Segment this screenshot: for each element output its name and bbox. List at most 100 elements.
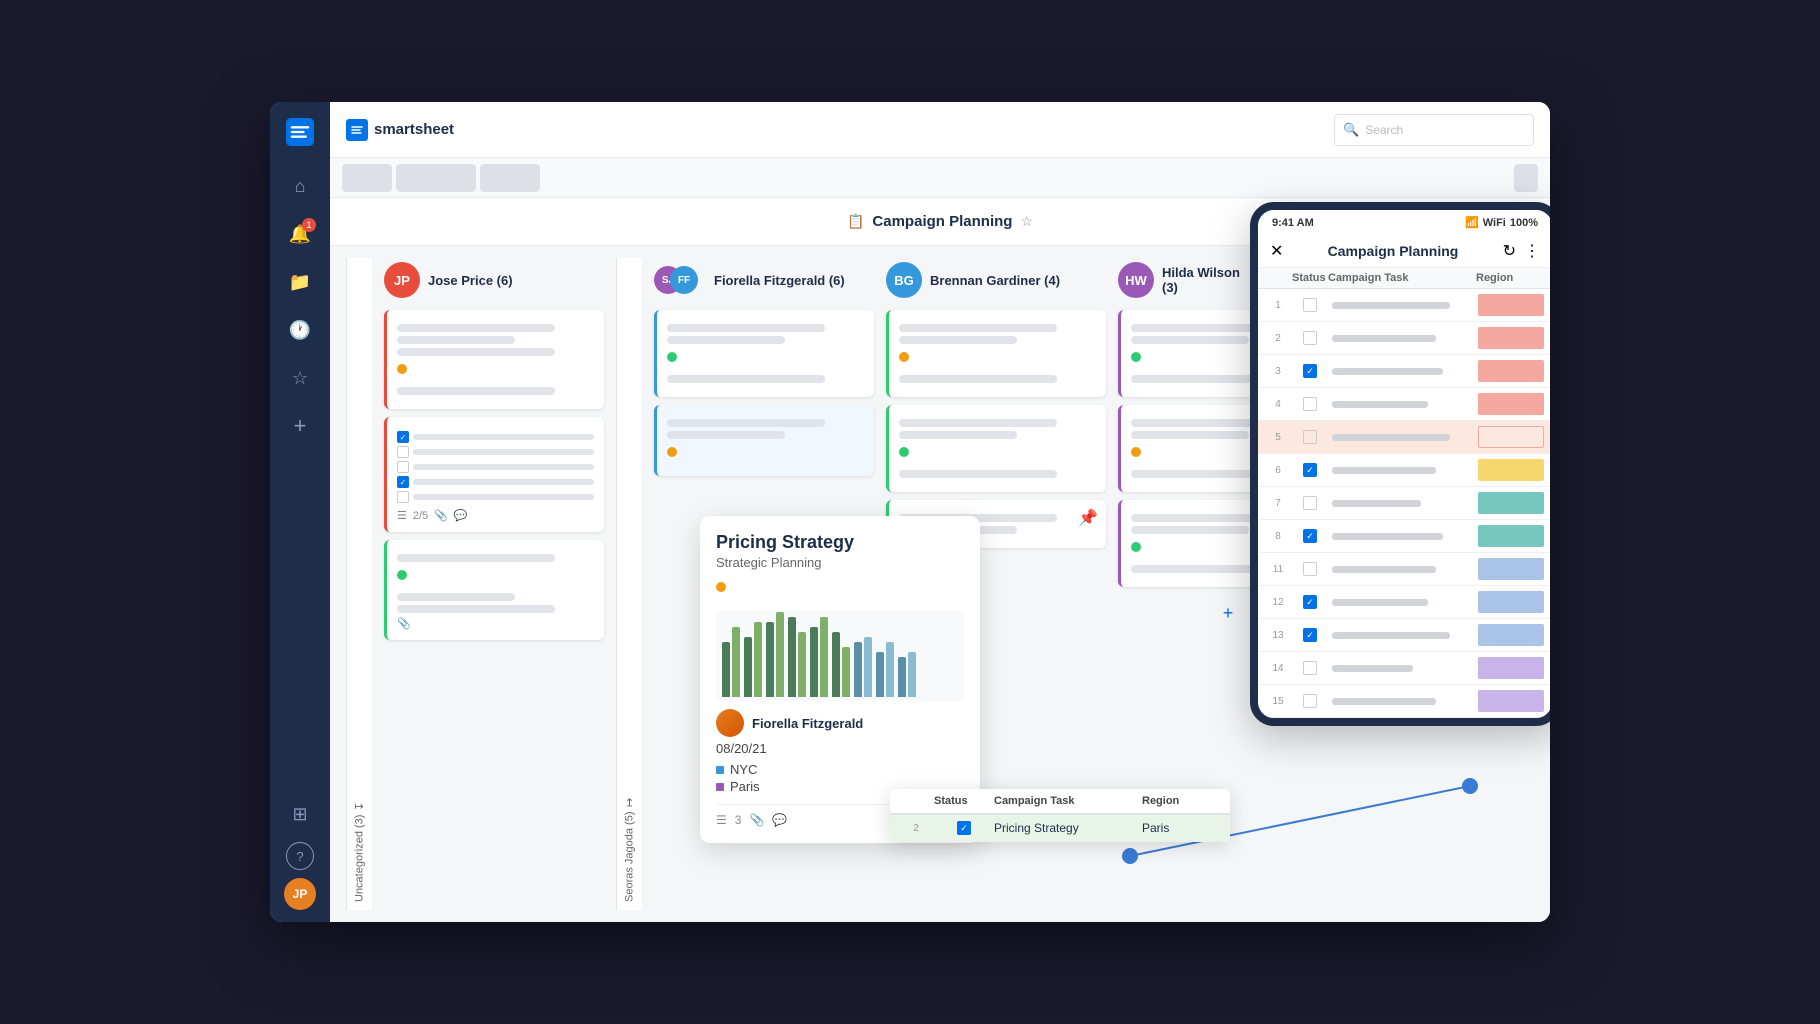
tooltip-tag-nyc: NYC xyxy=(716,762,964,777)
row-check-12[interactable]: ✓ xyxy=(1303,595,1317,609)
card-brennan-2[interactable] xyxy=(886,405,1106,492)
card-dot xyxy=(667,352,677,362)
bar-group-1 xyxy=(722,627,740,697)
row-check-1[interactable] xyxy=(1303,298,1317,312)
row-check-7[interactable] xyxy=(1303,496,1317,510)
tag-dot-paris xyxy=(716,783,724,791)
toolbar-btn-4[interactable] xyxy=(1514,164,1538,192)
bar-group-2 xyxy=(744,622,762,697)
seoras-label: Seoras Jagoda (5) ↦ xyxy=(616,258,642,910)
search-box[interactable]: 🔍 Search xyxy=(1334,114,1534,146)
comment-icon: 💬 xyxy=(454,509,468,522)
check-box-empty xyxy=(397,491,409,503)
col-header-brennan: BG Brennan Gardiner (4) xyxy=(886,258,1106,302)
col-header-jose: JP Jose Price (6) xyxy=(384,258,604,302)
mobile-refresh-icon[interactable]: ↻ xyxy=(1503,241,1516,261)
card-jose-2[interactable]: ✓ ✓ xyxy=(384,417,604,532)
uncategorized-lane: Uncategorized (3) ↧ xyxy=(346,258,372,910)
kanban-column-jose: JP Jose Price (6) ✓ xyxy=(384,258,604,910)
row-check-13[interactable]: ✓ xyxy=(1303,628,1317,642)
data-table-popup: Status Campaign Task Region 2 ✓ Pricing … xyxy=(890,789,1230,842)
chart-area xyxy=(716,611,964,701)
mobile-row-8: 8 ✓ xyxy=(1258,520,1550,553)
card-fiorella-1[interactable] xyxy=(654,310,874,397)
nav-notifications[interactable]: 🔔 1 xyxy=(280,214,320,254)
nav-files[interactable]: 📁 xyxy=(280,262,320,302)
mobile-row-15: 15 xyxy=(1258,685,1550,718)
dt-region-cell: Paris xyxy=(1142,821,1222,835)
bar-group-9 xyxy=(898,652,916,697)
nav-add[interactable]: + xyxy=(280,406,320,446)
mobile-row-3: 3 ✓ xyxy=(1258,355,1550,388)
mobile-row-1: 1 xyxy=(1258,289,1550,322)
fiorella-avatar-group: SJ FF xyxy=(654,262,706,298)
row-check-11[interactable] xyxy=(1303,562,1317,576)
bar-group-6 xyxy=(832,632,850,697)
mobile-time: 9:41 AM xyxy=(1272,217,1314,229)
card-dot xyxy=(899,352,909,362)
tooltip-title: Pricing Strategy xyxy=(716,532,964,553)
sheet-title: Campaign Planning xyxy=(872,213,1012,230)
row-check-3[interactable]: ✓ xyxy=(1303,364,1317,378)
card-dot xyxy=(397,364,407,374)
nav-help[interactable]: ? xyxy=(286,842,314,870)
nav-home[interactable]: ⌂ xyxy=(280,166,320,206)
nav-apps[interactable]: ⊞ xyxy=(280,794,320,834)
card-brennan-1[interactable] xyxy=(886,310,1106,397)
mobile-status-bar: 9:41 AM 📶 WiFi 100% xyxy=(1258,210,1550,235)
toolbar-btn-2[interactable] xyxy=(396,164,476,192)
top-bar: smartsheet 🔍 Search xyxy=(330,102,1550,158)
tooltip-username: Fiorella Fitzgerald xyxy=(752,716,863,731)
tooltip-date: 08/20/21 xyxy=(716,741,964,756)
battery-icon: 100% xyxy=(1510,217,1538,229)
dt-row-num: 2 xyxy=(898,823,934,834)
dt-task-cell: Pricing Strategy xyxy=(994,821,1142,835)
mobile-grid: Status Campaign Task Region 1 2 3 ✓ xyxy=(1258,268,1550,718)
row-check-5[interactable] xyxy=(1303,430,1317,444)
dt-col-task: Campaign Task xyxy=(994,795,1142,807)
search-placeholder: Search xyxy=(1365,123,1403,137)
notification-badge: 1 xyxy=(302,218,316,232)
dt-header: Status Campaign Task Region xyxy=(890,789,1230,815)
card-footer: ☰ 2/5 📎 💬 xyxy=(397,509,594,522)
nav-recent[interactable]: 🕐 xyxy=(280,310,320,350)
card-fiorella-2[interactable] xyxy=(654,405,874,476)
mobile-row-14: 14 xyxy=(1258,652,1550,685)
app-logo[interactable] xyxy=(282,114,318,150)
logo-text: smartsheet xyxy=(374,121,454,138)
mobile-close-icon[interactable]: ✕ xyxy=(1270,241,1283,261)
bar-group-8 xyxy=(876,642,894,697)
row-check-14[interactable] xyxy=(1303,661,1317,675)
uncategorized-label: Uncategorized (3) ↧ xyxy=(346,258,372,910)
mobile-row-13: 13 ✓ xyxy=(1258,619,1550,652)
attachment-icon: 📎 xyxy=(434,509,448,522)
toolbar-btn-1[interactable] xyxy=(342,164,392,192)
favorite-star-icon[interactable]: ☆ xyxy=(1020,213,1033,230)
row-check-4[interactable] xyxy=(1303,397,1317,411)
comment-count: 3 xyxy=(735,813,742,827)
bar-group-5 xyxy=(810,617,828,697)
toolbar-btn-3[interactable] xyxy=(480,164,540,192)
card-jose-1[interactable] xyxy=(384,310,604,409)
mobile-row-6: 6 ✓ xyxy=(1258,454,1550,487)
row-check-15[interactable] xyxy=(1303,694,1317,708)
col-avatar-jose: JP xyxy=(384,262,420,298)
col-status: Status xyxy=(1292,272,1328,284)
user-avatar[interactable]: JP xyxy=(284,878,316,910)
mobile-col-headers: Status Campaign Task Region xyxy=(1258,268,1550,289)
dt-status-check: ✓ xyxy=(934,821,994,835)
col-avatar-brennan: BG xyxy=(886,262,922,298)
nav-favorites[interactable]: ☆ xyxy=(280,358,320,398)
tag-dot-nyc xyxy=(716,766,724,774)
card-dot-green xyxy=(1131,542,1141,552)
mobile-row-5: 5 xyxy=(1258,421,1550,454)
row-check-6[interactable]: ✓ xyxy=(1303,463,1317,477)
list-icon: ☰ xyxy=(716,813,727,827)
bar-group-4 xyxy=(788,617,806,697)
row-check-2[interactable] xyxy=(1303,331,1317,345)
col-name-brennan: Brennan Gardiner (4) xyxy=(930,273,1060,288)
row-check-8[interactable]: ✓ xyxy=(1303,529,1317,543)
card-jose-3[interactable]: 📎 xyxy=(384,540,604,640)
mobile-menu-icon[interactable]: ⋮ xyxy=(1524,241,1540,261)
col-name-fiorella: Fiorella Fitzgerald (6) xyxy=(714,273,845,288)
